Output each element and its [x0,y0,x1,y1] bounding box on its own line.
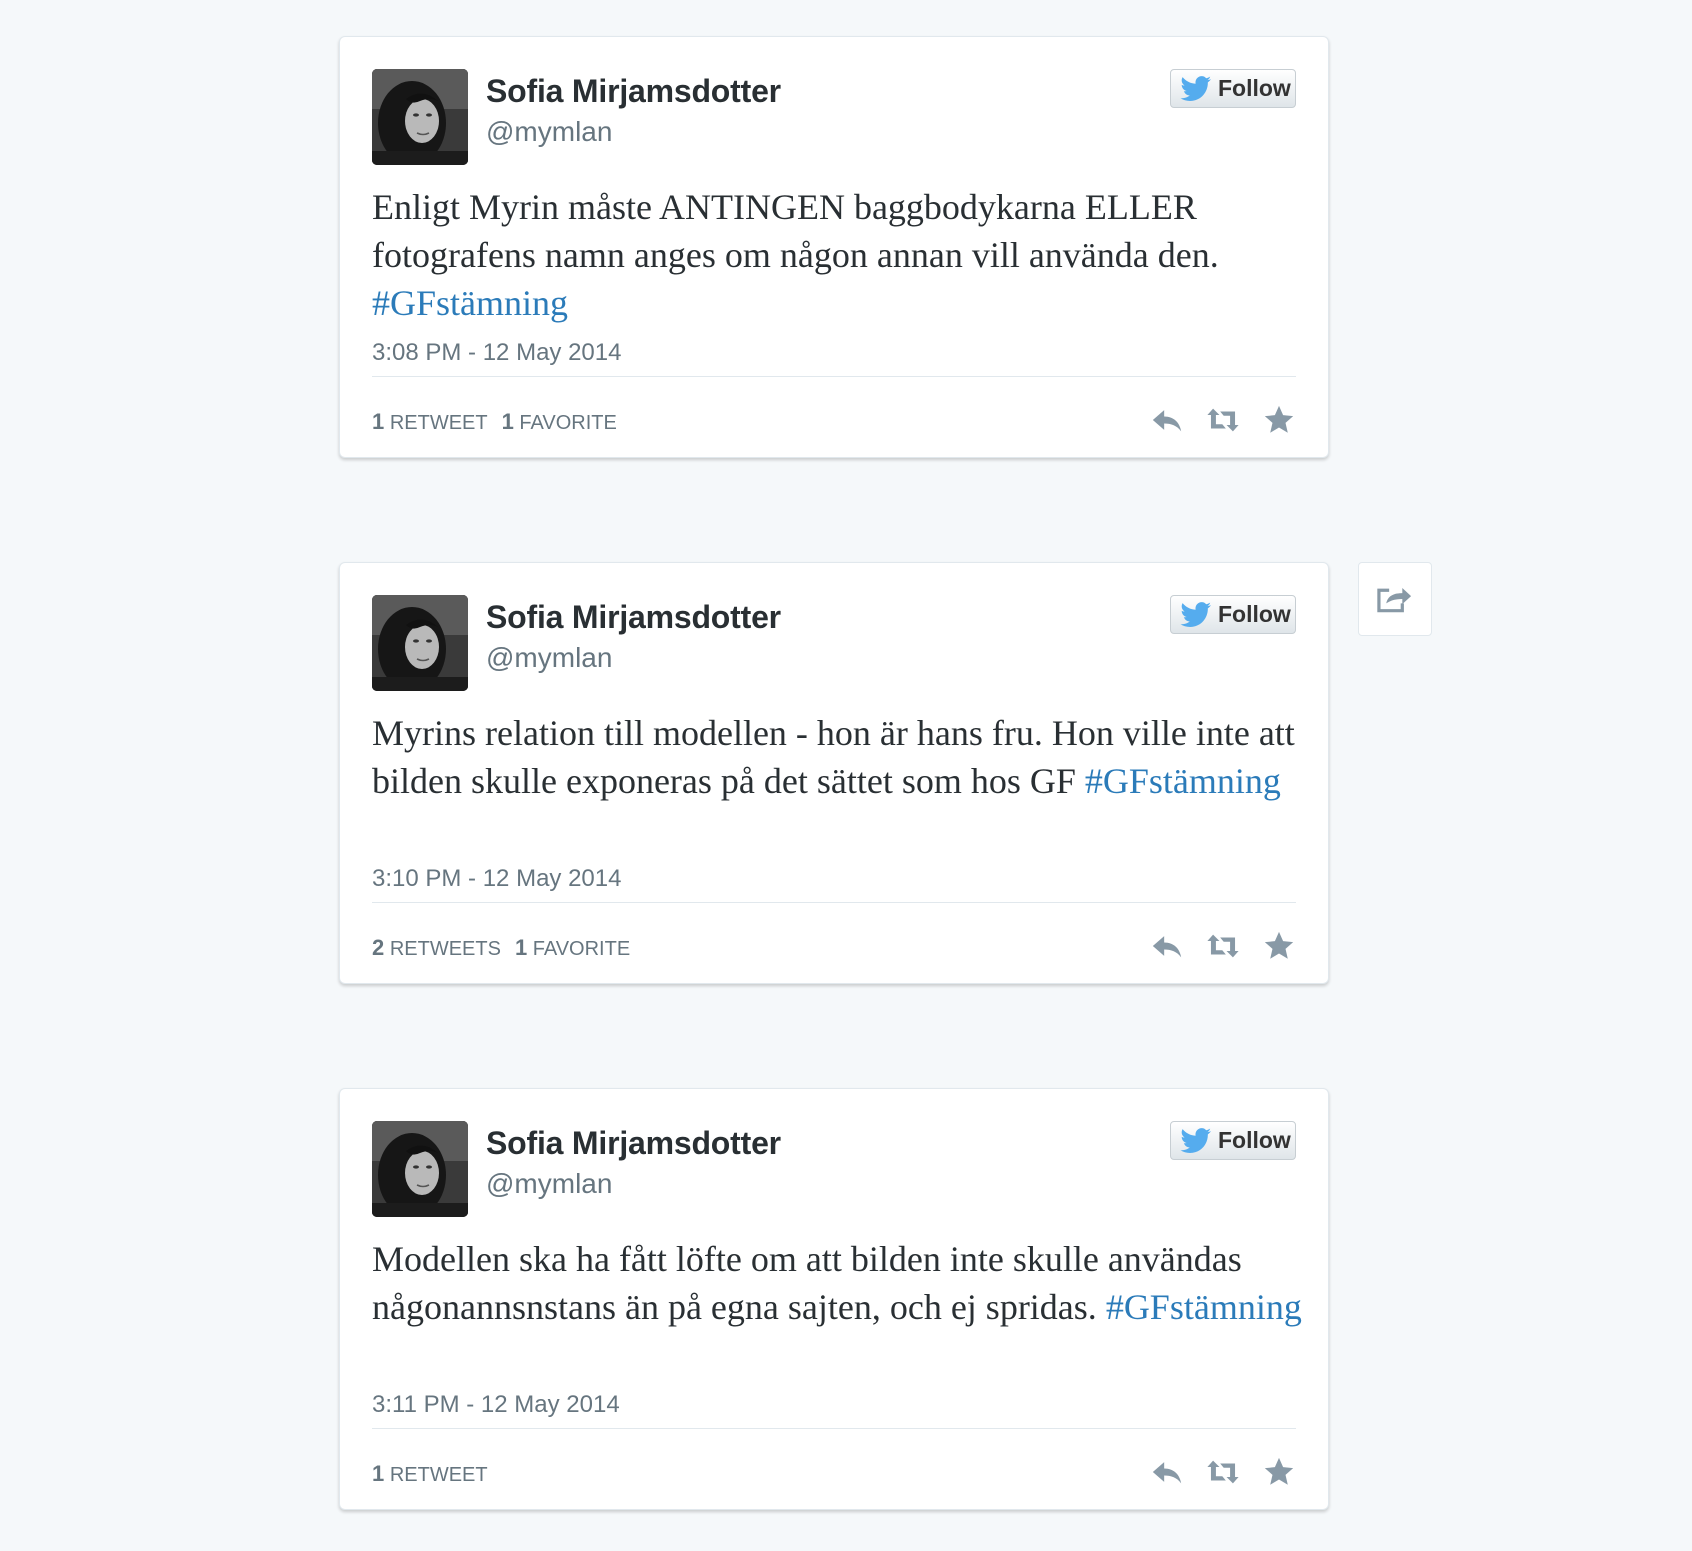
avatar[interactable] [372,595,468,691]
favorite-count: 1 [514,935,528,960]
retweet-label: RETWEET [389,1464,488,1486]
tweet-text: Modellen ska ha fått löfte om att bilden… [372,1235,1307,1331]
follow-button[interactable]: Follow [1170,595,1296,634]
twitter-bird-icon [1180,601,1212,627]
avatar-photo [372,1121,468,1217]
follow-label: Follow [1218,601,1291,627]
star-icon[interactable] [1262,1455,1296,1489]
display-name[interactable]: Sofia Mirjamsdotter [486,599,781,636]
favorite-stat[interactable]: 1 FAVORITE [515,935,630,961]
hashtag-link[interactable]: #GFstämning [372,283,568,323]
retweet-icon[interactable] [1206,1455,1240,1489]
tweet-actions [1150,929,1296,963]
tweet-card: Sofia Mirjamsdotter @mymlan Follow Enlig… [339,36,1329,458]
retweet-count: 1 [372,409,385,434]
tweet-timestamp[interactable]: 3:10 PM - 12 May 2014 [372,865,621,893]
star-icon[interactable] [1262,929,1296,963]
retweet-stat[interactable]: 1 RETWEET [372,409,488,435]
retweet-label: RETWEETS [389,938,501,960]
retweet-stat[interactable]: 1 RETWEET [372,1461,488,1487]
divider [372,1428,1296,1429]
share-button[interactable] [1358,562,1432,636]
display-name[interactable]: Sofia Mirjamsdotter [486,1125,781,1162]
user-handle[interactable]: @mymlan [486,1168,612,1200]
favorite-label: FAVORITE [532,938,631,960]
reply-icon[interactable] [1150,929,1184,963]
tweet-actions [1150,403,1296,437]
retweet-label: RETWEET [389,412,488,434]
tweet-stats: 1 RETWEET 1 FAVORITE [372,409,631,435]
reply-icon[interactable] [1150,403,1184,437]
divider [372,902,1296,903]
favorite-stat[interactable]: 1 FAVORITE [502,409,617,435]
follow-label: Follow [1218,75,1291,101]
avatar-photo [372,595,468,691]
follow-label: Follow [1218,1127,1291,1153]
tweet-body: Enligt Myrin måste ANTINGEN baggbodykarn… [372,187,1219,275]
retweet-stat[interactable]: 2 RETWEETS [372,935,501,961]
twitter-bird-icon [1180,75,1212,101]
retweet-icon[interactable] [1206,929,1240,963]
share-icon [1377,588,1412,613]
divider [372,376,1296,377]
tweet-timestamp[interactable]: 3:08 PM - 12 May 2014 [372,339,621,367]
avatar[interactable] [372,69,468,165]
retweet-icon[interactable] [1206,403,1240,437]
follow-button[interactable]: Follow [1170,69,1296,108]
display-name[interactable]: Sofia Mirjamsdotter [486,73,781,110]
favorite-count: 1 [501,409,514,434]
tweet-stats: 1 RETWEET [372,1461,502,1487]
tweet-card: Sofia Mirjamsdotter @mymlan Follow Myrin… [339,562,1329,984]
retweet-count: 2 [372,935,385,960]
tweet-stats: 2 RETWEETS 1 FAVORITE [372,935,644,961]
tweet-text: Myrins relation till modellen - hon är h… [372,709,1307,805]
tweet-text: Enligt Myrin måste ANTINGEN baggbodykarn… [372,183,1307,327]
user-handle[interactable]: @mymlan [486,116,612,148]
avatar-photo [372,69,468,165]
tweet-timestamp[interactable]: 3:11 PM - 12 May 2014 [372,1391,620,1419]
favorite-label: FAVORITE [519,412,617,434]
reply-icon[interactable] [1150,1455,1184,1489]
tweet-actions [1150,1455,1296,1489]
follow-button[interactable]: Follow [1170,1121,1296,1160]
twitter-bird-icon [1180,1127,1212,1153]
star-icon[interactable] [1262,403,1296,437]
tweet-card: Sofia Mirjamsdotter @mymlan Follow Model… [339,1088,1329,1510]
retweet-count: 1 [372,1461,385,1486]
avatar[interactable] [372,1121,468,1217]
hashtag-link[interactable]: #GFstämning [1085,761,1281,801]
hashtag-link[interactable]: #GFstämning [1106,1287,1302,1327]
user-handle[interactable]: @mymlan [486,642,612,674]
